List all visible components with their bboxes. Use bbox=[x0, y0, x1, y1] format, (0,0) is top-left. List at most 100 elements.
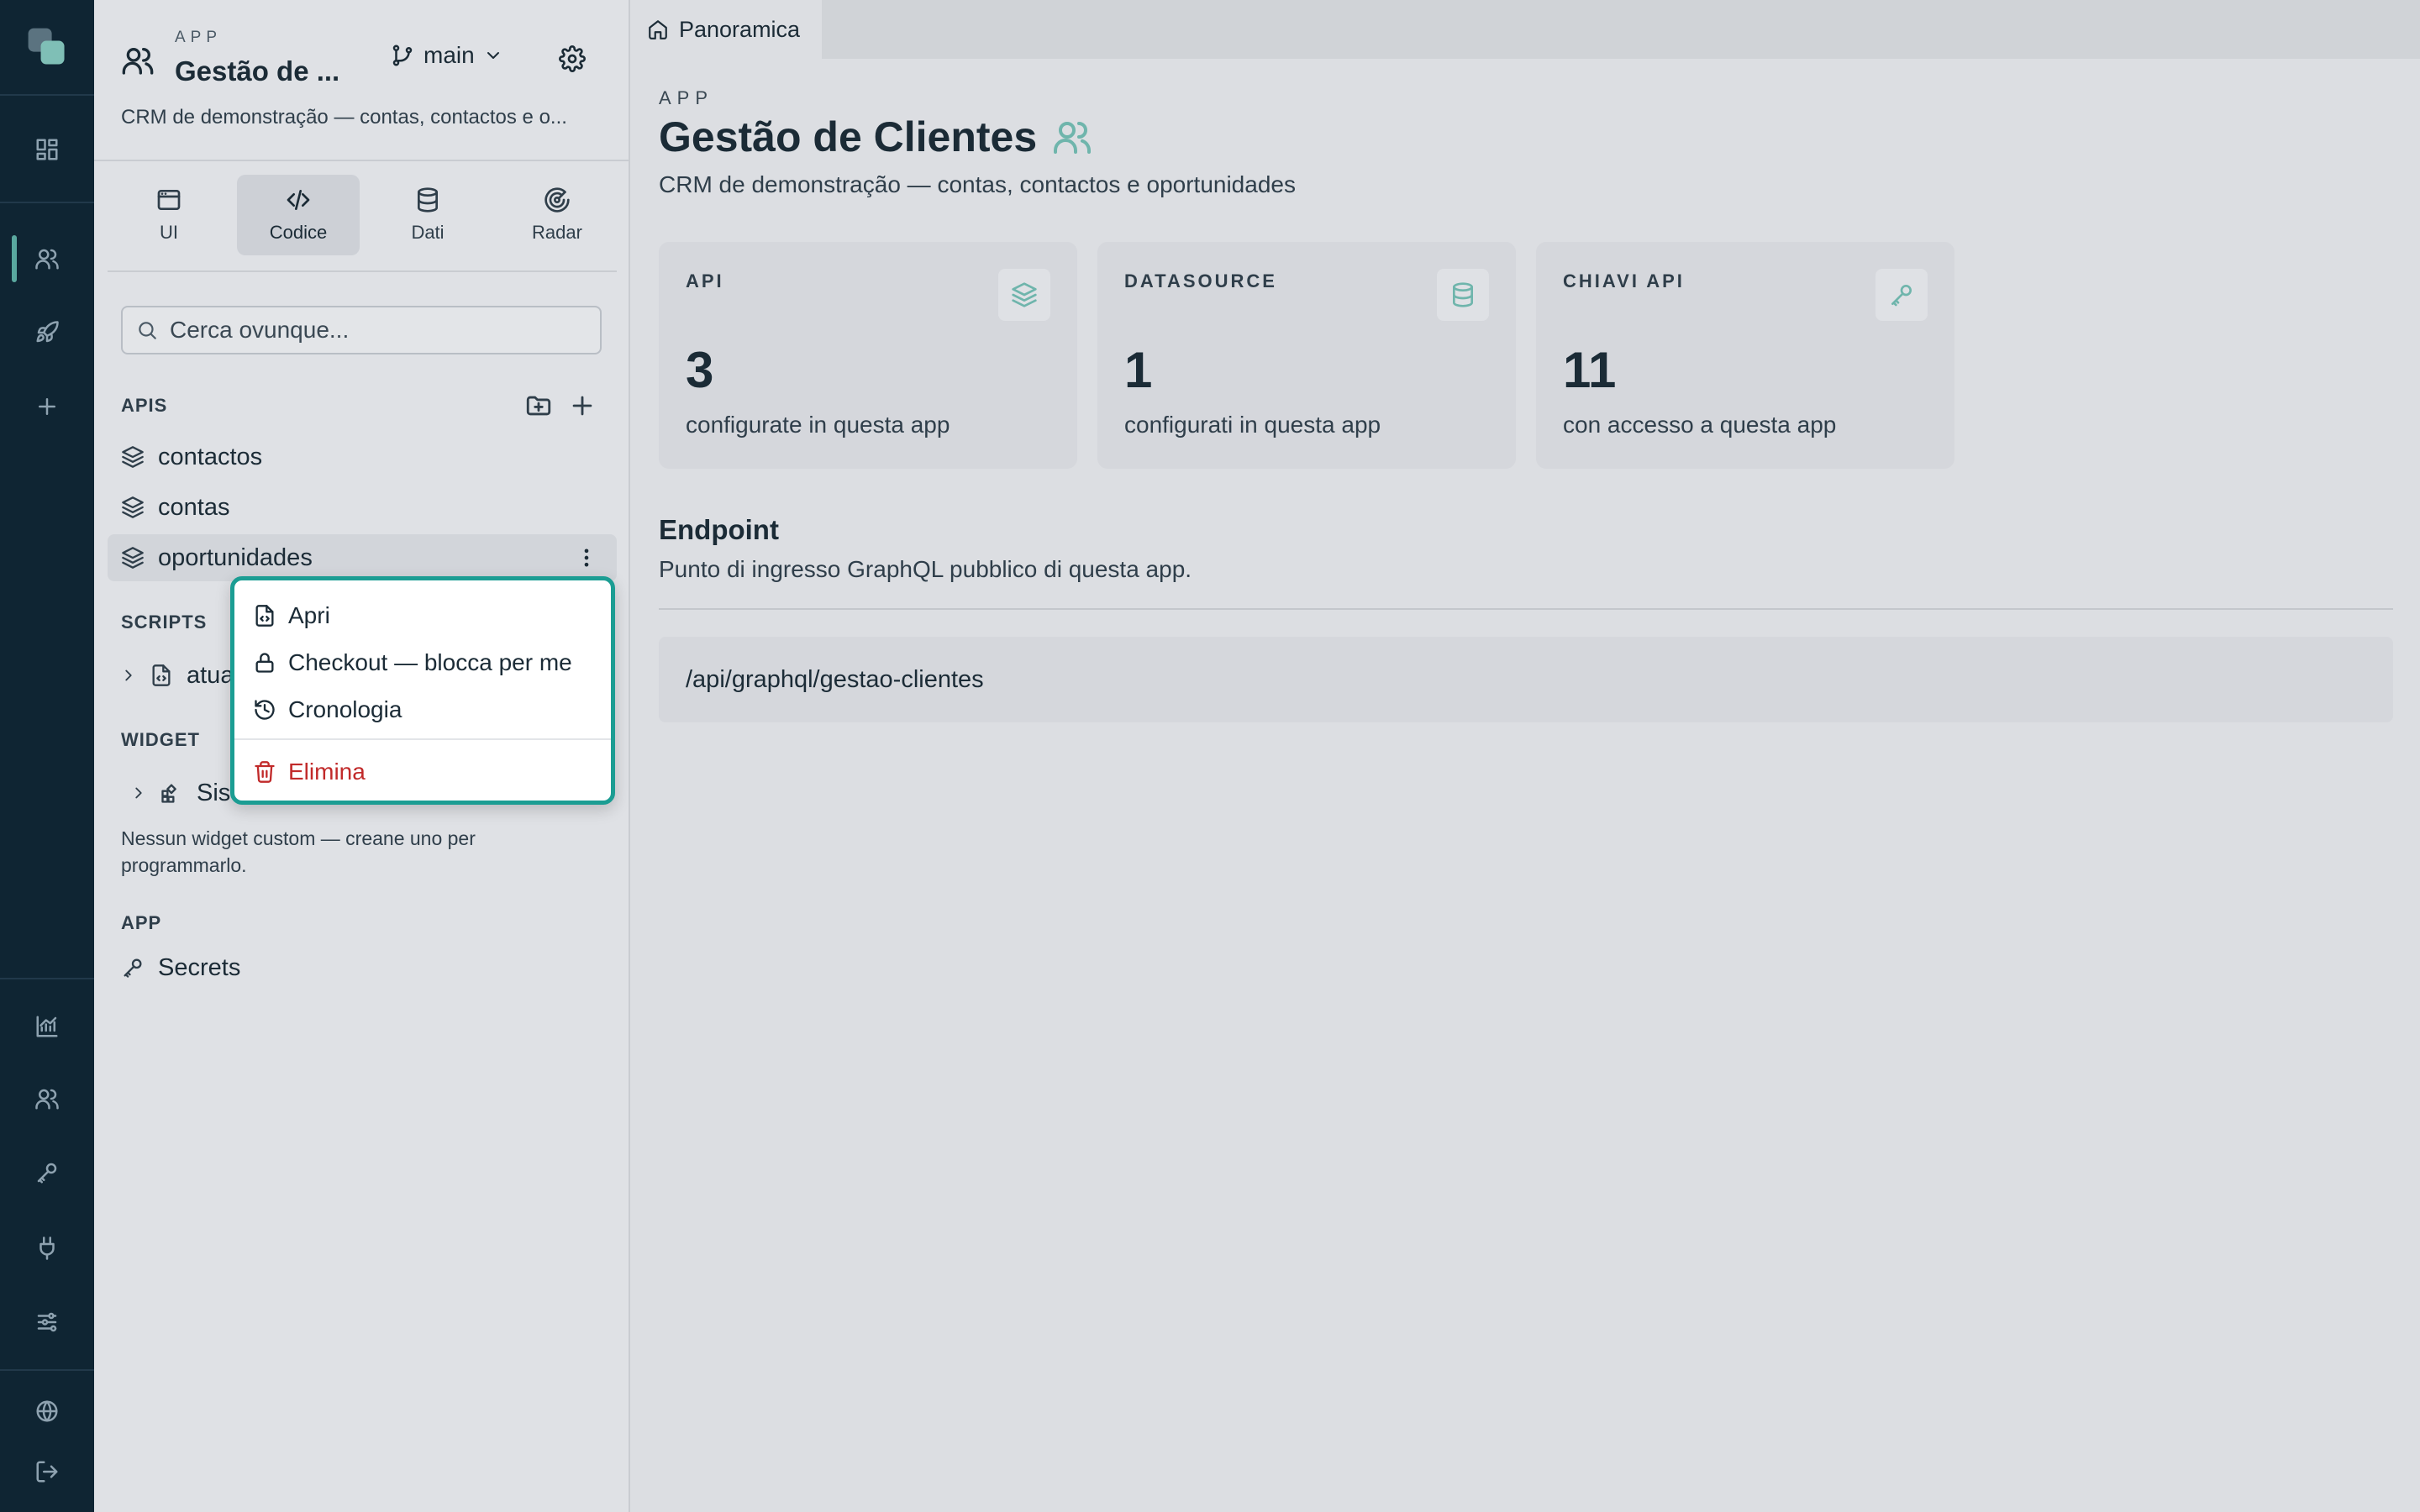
stat-desc: configurate in questa app bbox=[686, 412, 950, 438]
menu-item-cronologia[interactable]: Cronologia bbox=[253, 696, 402, 723]
widget-empty-hint: Nessun widget custom — creane uno per pr… bbox=[121, 827, 476, 876]
rail-dashboard[interactable] bbox=[0, 119, 94, 180]
chevron-right-icon bbox=[135, 787, 142, 799]
tab-label: UI bbox=[160, 222, 178, 243]
app-logo[interactable] bbox=[0, 17, 94, 77]
rail-plugins[interactable] bbox=[0, 1218, 94, 1278]
menu-item-label: Apri bbox=[288, 602, 330, 628]
code-icon bbox=[287, 190, 310, 210]
api-item-contas[interactable]: contas bbox=[108, 484, 617, 531]
radar-icon bbox=[544, 187, 570, 213]
stat-card-datasource: DATASOURCE 1 configurati in questa app bbox=[1097, 242, 1516, 469]
endpoint-subtitle: Punto di ingresso GraphQL pubblico di qu… bbox=[659, 556, 1192, 582]
stat-value: 1 bbox=[1124, 342, 1153, 398]
stat-value: 3 bbox=[686, 342, 714, 398]
rail-deploy[interactable] bbox=[0, 302, 94, 363]
api-label: contactos bbox=[158, 443, 263, 470]
key-icon bbox=[1891, 285, 1912, 307]
add-api-icon[interactable] bbox=[568, 391, 597, 420]
menu-item-label: Checkout — blocca per me bbox=[288, 649, 572, 675]
stat-desc: configurati in questa app bbox=[1124, 412, 1381, 438]
branch-selector[interactable]: main bbox=[390, 42, 503, 69]
api-context-menu: Apri Checkout — blocca per me Cronologia… bbox=[230, 576, 615, 805]
endpoint-path-box[interactable]: /api/graphql/gestao-clientes bbox=[659, 637, 2393, 722]
rail-logout[interactable] bbox=[0, 1441, 94, 1502]
api-item-contactos[interactable]: contactos bbox=[108, 433, 617, 480]
tab-ui[interactable]: UI bbox=[108, 175, 230, 255]
tab-panoramica[interactable]: Panoramica bbox=[630, 0, 822, 59]
rail-add[interactable] bbox=[0, 376, 94, 437]
scripts-section-label: SCRIPTS bbox=[121, 612, 208, 633]
menu-item-apri[interactable]: Apri bbox=[253, 602, 330, 629]
main-app-tag: APP bbox=[659, 87, 714, 108]
layers-icon bbox=[122, 547, 144, 569]
new-folder-icon[interactable] bbox=[524, 391, 553, 420]
stat-card-api: API 3 configurate in questa app bbox=[659, 242, 1077, 469]
page-title-text: Gestão de Clientes bbox=[659, 113, 1038, 160]
rail-users[interactable] bbox=[0, 1068, 94, 1129]
api-label: oportunidades bbox=[158, 543, 313, 571]
tab-dati[interactable]: Dati bbox=[366, 175, 489, 255]
left-rail bbox=[0, 0, 94, 1512]
database-icon bbox=[418, 187, 438, 213]
lock-icon bbox=[255, 653, 274, 673]
more-vertical-icon[interactable] bbox=[575, 546, 598, 570]
stat-label: CHIAVI API bbox=[1563, 270, 1685, 291]
tab-label: Panoramica bbox=[679, 16, 801, 42]
app-item-secrets[interactable]: Secrets bbox=[108, 944, 617, 991]
tab-radar[interactable]: Radar bbox=[496, 175, 618, 255]
menu-item-checkout[interactable]: Checkout — blocca per me bbox=[253, 649, 572, 676]
key-icon bbox=[124, 958, 142, 978]
stat-label: DATASOURCE bbox=[1124, 270, 1277, 291]
stat-desc: con accesso a questa app bbox=[1563, 412, 1837, 438]
rail-language[interactable] bbox=[0, 1381, 94, 1441]
plus-icon bbox=[39, 398, 55, 415]
tab-label: Codice bbox=[269, 222, 328, 243]
app-name: Gestão de ... bbox=[175, 55, 340, 87]
page-title: Gestão de Clientes bbox=[659, 113, 1092, 161]
plug-icon bbox=[39, 1236, 55, 1260]
trash-icon bbox=[255, 761, 275, 783]
users-icon bbox=[122, 47, 154, 75]
history-icon bbox=[255, 700, 275, 720]
search-field[interactable] bbox=[121, 306, 602, 354]
layers-icon bbox=[122, 496, 144, 518]
globe-icon bbox=[36, 1400, 58, 1422]
database-icon bbox=[1453, 282, 1473, 307]
chevron-right-icon bbox=[125, 669, 132, 681]
sliders-icon bbox=[37, 1312, 57, 1332]
file-code-icon bbox=[152, 664, 171, 686]
menu-item-elimina[interactable]: Elimina bbox=[253, 759, 366, 785]
chart-icon bbox=[36, 1016, 58, 1037]
rail-keys[interactable] bbox=[0, 1142, 94, 1203]
git-branch-icon bbox=[392, 45, 413, 66]
tab-codice[interactable]: Codice bbox=[237, 175, 360, 255]
rail-users-app[interactable] bbox=[0, 228, 94, 289]
script-label: atua bbox=[187, 661, 234, 689]
widgets-icon bbox=[161, 784, 176, 803]
rail-analytics[interactable] bbox=[0, 996, 94, 1057]
stat-value: 11 bbox=[1563, 342, 1617, 398]
endpoint-title: Endpoint bbox=[659, 514, 779, 545]
search-icon bbox=[139, 322, 156, 339]
gear-icon[interactable] bbox=[559, 45, 586, 72]
menu-item-label: Cronologia bbox=[288, 696, 402, 722]
app-section-label: APP bbox=[121, 912, 162, 933]
widget-section-label: WIDGET bbox=[121, 729, 200, 750]
branch-name: main bbox=[424, 42, 475, 68]
editor-tab-bar: Panoramica bbox=[630, 0, 2420, 59]
layers-icon bbox=[122, 446, 144, 468]
stat-label: API bbox=[686, 270, 724, 291]
menu-item-label: Elimina bbox=[288, 759, 366, 785]
logout-icon bbox=[36, 1461, 58, 1483]
app-description: CRM de demonstração — contas, contactos … bbox=[121, 106, 567, 129]
rail-settings[interactable] bbox=[0, 1292, 94, 1352]
api-item-oportunidades[interactable]: oportunidades bbox=[108, 534, 617, 581]
users-icon bbox=[1054, 122, 1092, 154]
layers-icon bbox=[1012, 282, 1037, 307]
api-label: contas bbox=[158, 493, 230, 521]
users-icon bbox=[35, 249, 59, 270]
users-icon bbox=[35, 1089, 59, 1110]
search-input[interactable] bbox=[170, 317, 573, 344]
rocket-icon bbox=[36, 321, 59, 343]
